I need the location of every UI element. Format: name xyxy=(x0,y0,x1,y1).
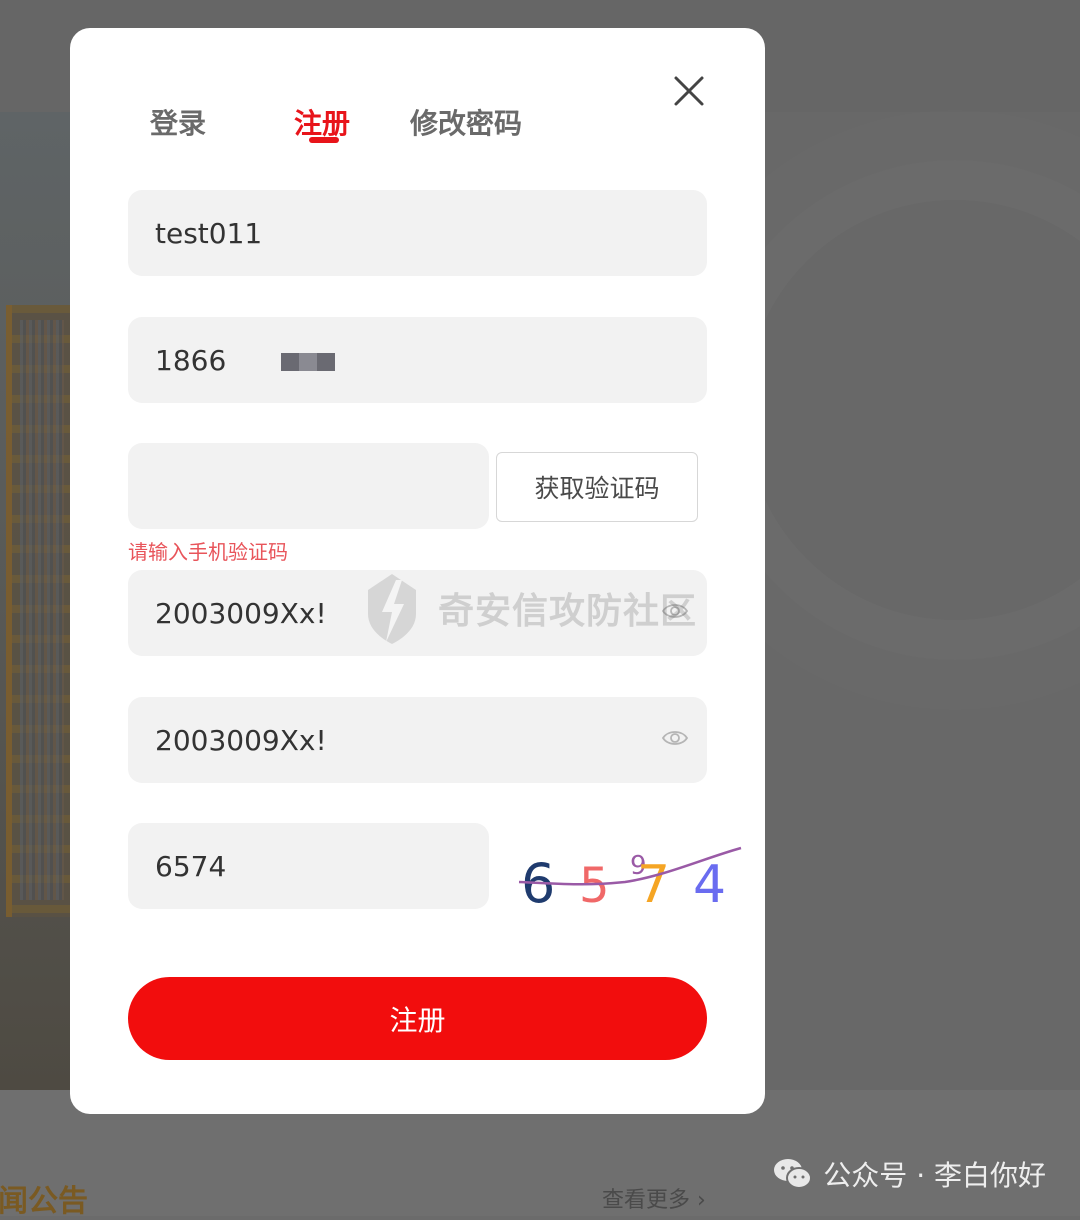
sms-code-field-wrapper xyxy=(128,443,489,529)
close-button[interactable] xyxy=(670,72,708,110)
username-input[interactable] xyxy=(128,190,707,276)
get-sms-code-button[interactable]: 获取验证码 xyxy=(496,452,698,522)
active-tab-indicator xyxy=(309,137,339,143)
background-decoration xyxy=(745,200,1080,620)
wechat-icon xyxy=(774,1159,813,1189)
tab-reset-password[interactable]: 修改密码 xyxy=(410,102,522,142)
captcha-svg: 9 6 5 7 4 xyxy=(518,846,742,915)
sms-code-error: 请输入手机验证码 xyxy=(128,540,288,564)
captcha-digit-4: 4 xyxy=(693,855,726,915)
captcha-field-wrapper xyxy=(128,823,489,909)
wechat-watermark-text: 公众号 · 李白你好 xyxy=(823,1159,1046,1192)
confirm-password-field-wrapper xyxy=(128,697,707,783)
eye-icon xyxy=(661,604,689,618)
tab-login[interactable]: 登录 xyxy=(150,102,206,142)
register-modal: 登录 注册 修改密码 获取验证码 请输入手机验证码 xyxy=(70,28,765,1114)
more-link[interactable]: 查看更多 › xyxy=(602,1182,706,1214)
captcha-digit-2: 5 xyxy=(579,858,610,914)
phone-input[interactable] xyxy=(128,317,707,403)
phone-field-wrapper xyxy=(128,317,707,403)
confirm-password-input[interactable] xyxy=(128,697,707,783)
wechat-watermark: 公众号 · 李白你好 xyxy=(773,1154,1046,1194)
confirm-password-visibility-toggle[interactable] xyxy=(661,726,689,750)
password-visibility-toggle[interactable] xyxy=(661,599,689,623)
sms-code-input[interactable] xyxy=(128,443,489,529)
phone-redaction xyxy=(281,353,335,371)
password-input[interactable] xyxy=(128,570,707,656)
captcha-digit-3: 7 xyxy=(637,855,670,915)
background-books xyxy=(20,320,64,900)
captcha-input[interactable] xyxy=(128,823,489,909)
eye-icon xyxy=(661,731,689,745)
captcha-image[interactable]: 9 6 5 7 4 xyxy=(515,836,745,915)
news-heading: 闻公告 xyxy=(0,1184,88,1219)
close-icon xyxy=(674,76,704,106)
register-submit-button[interactable]: 注册 xyxy=(128,977,707,1060)
username-field-wrapper xyxy=(128,190,707,276)
tab-register[interactable]: 注册 xyxy=(294,102,350,142)
password-field-wrapper xyxy=(128,570,707,656)
